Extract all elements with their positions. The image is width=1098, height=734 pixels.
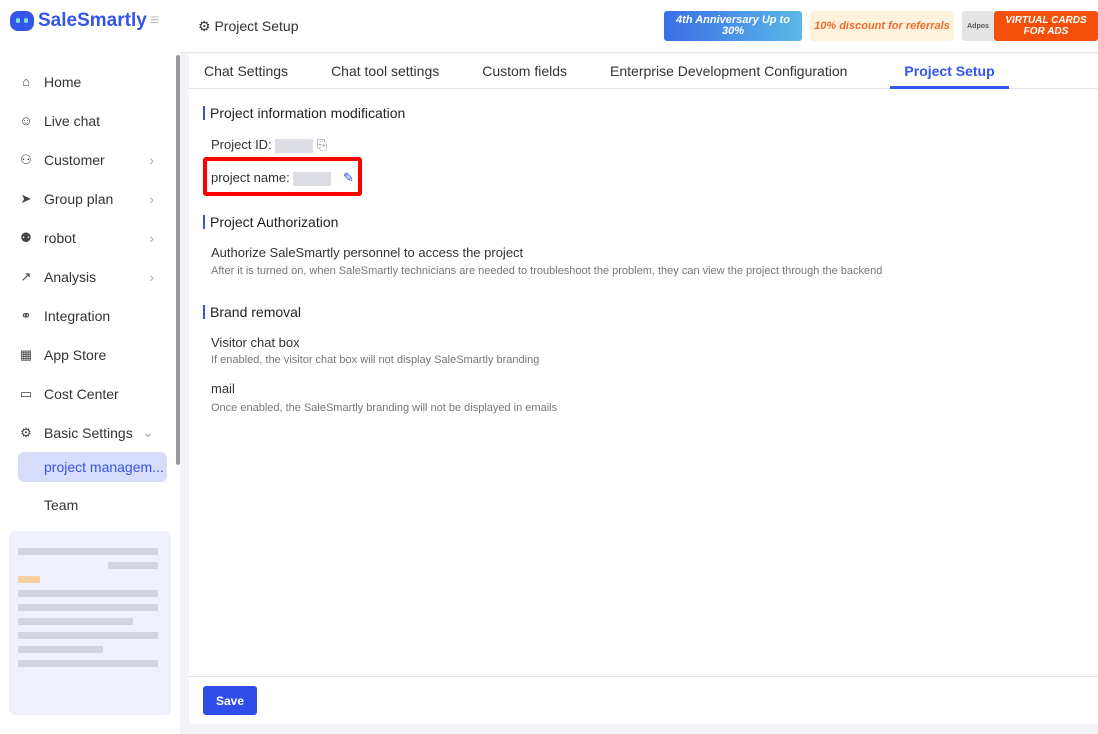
sidebar-nav: ⌂ Home ☺ Live chat ⚇ Customer › ➤ Group plan › ⚉ ro… [0,62,176,566]
sidebar-item-analysis[interactable]: ↗ Analysis › [0,257,176,296]
sidebar-item-label: Basic Settings [44,424,133,441]
section-title-project-info: Project information modification [203,106,405,120]
sidebar-subitem[interactable]: project managem... [18,452,167,482]
sidebar-item-basic-settings[interactable]: ⚙ Basic Settings ⌄ [0,413,176,452]
sidebar-item-robot[interactable]: ⚉ robot › [0,218,176,257]
basic-settings-icon: ⚙ [20,424,32,440]
sidebar-item-live-chat[interactable]: ☺ Live chat [0,101,176,140]
top-header: ⚙ Project Setup 4th Anniversary Up to 30… [180,0,1098,53]
auth-title: Authorize SaleSmartly personnel to acces… [211,245,524,260]
integration-icon: ⚭ [20,307,32,323]
project-id-row: Project ID: ⎘ [211,137,327,153]
settings-tabs: Chat Settings Chat tool settings Custom fi… [189,54,1098,89]
chevron-icon: › [149,268,154,285]
project-id-label: Project ID: [211,137,272,152]
sidebar-item-cost-center[interactable]: ▭ Cost Center [0,374,176,413]
tab-chat-tool-settings[interactable]: Chat tool settings [331,54,439,89]
sidebar-item-integration[interactable]: ⚭ Integration [0,296,176,335]
cost-center-icon: ▭ [19,385,33,401]
copy-icon[interactable]: ⎘ [317,137,327,152]
chevron-icon: › [149,229,154,246]
sidebar-item-app-store[interactable]: ▦ App Store [0,335,176,374]
app-store-icon: ▦ [19,346,33,362]
sidebar-item-label: Integration [44,307,111,324]
sidebar-item-group-plan[interactable]: ➤ Group plan › [0,179,176,218]
sidebar-item-home[interactable]: ⌂ Home [0,62,176,101]
sidebar-item-customer[interactable]: ⚇ Customer › [0,140,176,179]
logo-text: SaleSmartly [38,10,147,31]
sidebar-item-label: Customer [44,151,105,168]
project-name-row: project name: ✎ [211,170,354,186]
main-content: Chat Settings Chat tool settings Custom fi… [189,54,1098,724]
sidebar-item-label: Home [44,73,82,90]
section-title-authorization: Project Authorization [203,215,338,229]
sidebar-subitem[interactable]: Team [18,490,167,520]
chevron-icon: ⌄ [142,424,154,440]
mail-title: mail [211,381,235,396]
mail-desc: Once enabled, the SaleSmartly branding w… [211,402,558,414]
tab-custom-fields[interactable]: Custom fields [482,54,567,89]
live-chat-icon: ☺ [19,113,33,128]
blurred-account-card [9,531,171,715]
analysis-icon: ↗ [20,268,32,284]
project-id-value [275,138,314,153]
chatbox-title: Visitor chat box [211,335,300,350]
section-title-brand-removal: Brand removal [203,305,301,319]
sidebar: SaleSmartly ≡ ⌂ Home ☺ Live chat ⚇ Customer › ➤… [0,0,180,734]
sidebar-scrollbar[interactable] [176,55,180,465]
sidebar-item-label: Live chat [44,112,101,129]
tab-project-setup[interactable]: Project Setup [890,54,1009,89]
project-name-label: project name: [211,170,290,185]
adpos-banner[interactable]: Adpos [962,11,994,41]
sidebar-item-label: App Store [44,346,107,363]
logo[interactable]: SaleSmartly [10,10,147,32]
save-button[interactable]: Save [203,686,257,715]
auth-desc: After it is turned on, when SaleSmartly … [211,265,883,277]
robot-icon: ⚉ [20,229,32,245]
anniversary-banner[interactable]: 4th Anniversary Up to 30% [664,11,802,41]
group-plan-icon: ➤ [20,190,32,206]
menu-collapse-icon[interactable]: ≡ [150,12,159,30]
page-title: ⚙ Project Setup [198,18,299,34]
tab-chat-settings[interactable]: Chat Settings [204,54,288,89]
chevron-icon: › [149,151,154,168]
page-title-text: Project Setup [214,18,299,34]
referral-banner[interactable]: 10% discount for referrals [810,11,954,41]
sidebar-item-label: Cost Center [44,385,119,402]
sidebar-item-label: robot [44,229,76,246]
sidebar-item-label: Analysis [44,268,97,285]
sidebar-item-label: Group plan [44,190,114,207]
tab-enterprise-development-configuration[interactable]: Enterprise Development Configuration [610,54,847,89]
chevron-icon: › [149,190,154,207]
edit-pencil-icon[interactable]: ✎ [343,170,354,185]
robot-logo-icon [10,11,34,31]
virtual-cards-banner[interactable]: VIRTUAL CARDS FOR ADS [994,11,1098,41]
project-name-value [293,171,332,186]
chatbox-desc: If enabled, the visitor chat box will no… [211,354,540,366]
home-icon: ⌂ [22,74,30,89]
customer-icon: ⚇ [20,151,32,167]
footer-divider [189,676,1098,677]
